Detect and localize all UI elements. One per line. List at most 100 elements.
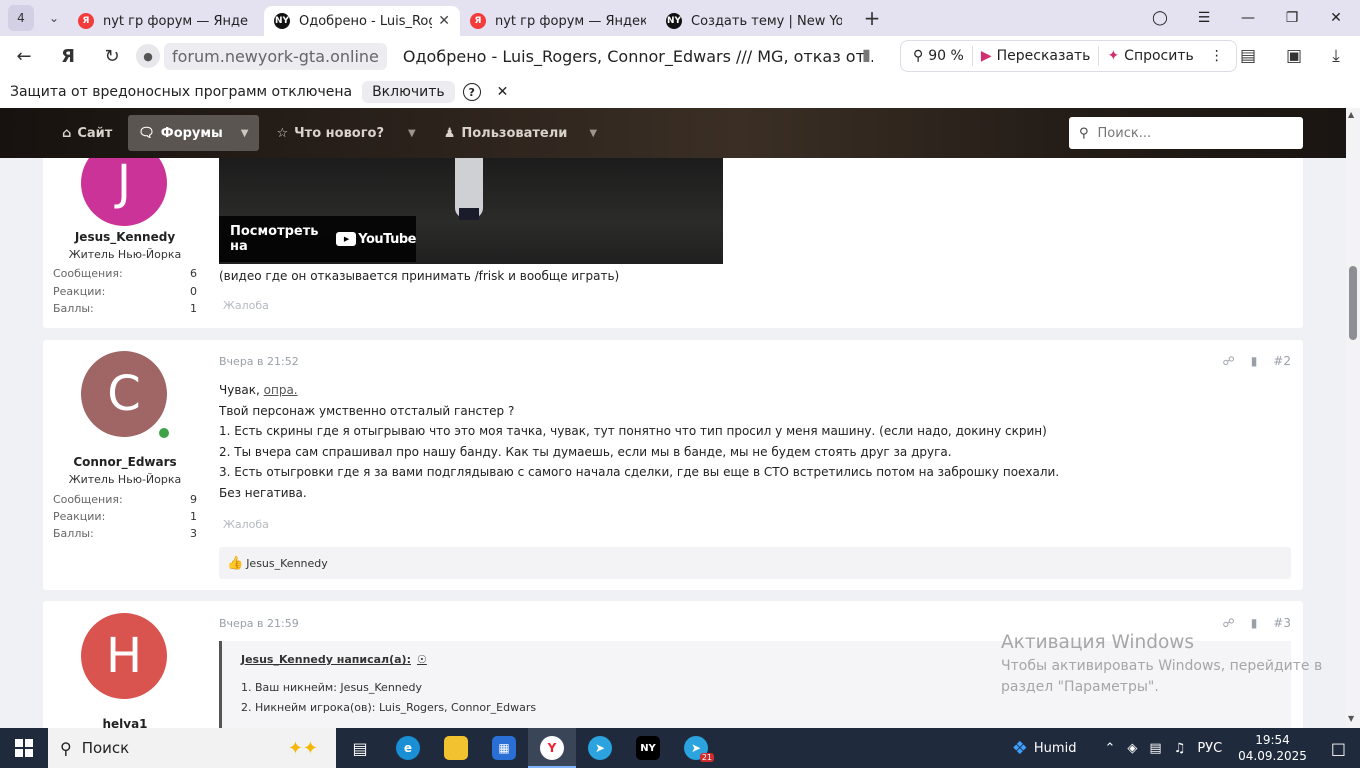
chevron-up-icon[interactable]: ⌃ <box>1098 741 1121 756</box>
chevron-down-icon[interactable]: ▼ <box>408 128 416 139</box>
system-tray: ❖ Humid ⌃ ◈ ▤ ♫ РУС 19:54 04.09.2025 □ <box>1006 728 1360 768</box>
reactions-bar[interactable]: 👍 Jesus_Kennedy <box>219 547 1291 579</box>
yandex-browser-app[interactable]: Y <box>528 728 576 768</box>
notifications-icon[interactable]: □ <box>1317 739 1360 758</box>
post-date[interactable]: Вчера в 21:59 <box>219 617 299 630</box>
nav-item-site[interactable]: ⌂ Сайт <box>52 115 122 151</box>
stat-points: Баллы: 3 <box>53 527 197 540</box>
report-link[interactable]: Жалоба <box>223 518 269 531</box>
extensions-icon[interactable]: ▣ <box>1278 40 1310 72</box>
watch-on-youtube-button[interactable]: Посмотреть на ▶ YouTube <box>219 216 416 262</box>
explorer-app[interactable] <box>432 728 480 768</box>
tab-count-button[interactable]: 4 <box>8 5 34 31</box>
minimize-button[interactable]: — <box>1226 0 1270 36</box>
enable-protection-button[interactable]: Включить <box>362 81 455 103</box>
reaction-user[interactable]: Jesus_Kennedy <box>246 557 328 570</box>
post-number[interactable]: #2 <box>1273 354 1291 368</box>
retell-button[interactable]: ▶ Пересказать <box>973 41 1099 71</box>
ny-icon: NY <box>274 13 290 29</box>
telegram-app[interactable]: ➤ <box>576 728 624 768</box>
username[interactable]: Jesus_Kennedy <box>43 230 207 244</box>
profile-icon[interactable]: ◯ <box>1138 0 1182 36</box>
ny-app[interactable]: NY <box>624 728 672 768</box>
username[interactable]: helya1 <box>43 717 207 728</box>
tab-title: nyt гр форум — Яндекс: н <box>103 13 248 29</box>
play-icon: ▶ <box>336 232 357 246</box>
clock[interactable]: 19:54 04.09.2025 <box>1228 732 1317 764</box>
retell-label: Пересказать <box>996 48 1091 64</box>
avatar[interactable]: C <box>81 351 172 441</box>
post-body: (видео где он отказывается принимать /fr… <box>219 266 1291 287</box>
bookmark-icon[interactable]: ▮ <box>1251 616 1258 630</box>
close-icon[interactable]: ✕ <box>438 13 450 29</box>
scroll-down-icon[interactable]: ▼ <box>1348 714 1354 723</box>
network-icon[interactable]: ▤ <box>1143 741 1167 756</box>
volume-icon[interactable]: ♫ <box>1168 741 1192 756</box>
tab-3[interactable]: Я nyt гр форум — Яндекс: н <box>460 6 656 36</box>
url-field[interactable]: ● forum.newyork-gta.online Одобрено - Lu… <box>136 41 888 71</box>
nav-item-forums[interactable]: 🗨 Форумы ▼ <box>128 115 259 151</box>
tab-1[interactable]: Я nyt гр форум — Яндекс: н <box>68 6 264 36</box>
forum-navigation: ⌂ Сайт 🗨 Форумы ▼ ☆ Что нового? ▼ ♟ Пользовате… <box>0 108 1346 158</box>
taskbar-search[interactable]: ⚲ Поиск ✦✦ <box>48 728 336 768</box>
post-number[interactable]: #3 <box>1273 616 1291 630</box>
menu-icon[interactable]: ☰ <box>1182 0 1226 36</box>
username[interactable]: Connor_Edwars <box>43 455 207 469</box>
close-window-button[interactable]: ✕ <box>1314 0 1358 36</box>
more-menu-button[interactable]: ⋮ <box>1202 41 1232 71</box>
expand-quote-icon[interactable]: ☉ <box>417 653 427 666</box>
report-link[interactable]: Жалоба <box>223 299 269 312</box>
youtube-embed[interactable]: Посмотреть на ▶ YouTube <box>219 158 723 264</box>
avatar[interactable]: H <box>81 613 167 699</box>
tab-2[interactable]: NY Одобрено - Luis_Rogers ✕ <box>264 6 460 36</box>
telegram-app-2[interactable]: ➤ 21 <box>672 728 720 768</box>
yandex-home-icon[interactable]: Я <box>50 38 86 74</box>
post-date[interactable]: Вчера в 21:52 <box>219 355 299 368</box>
yandex-icon: Y <box>540 736 564 760</box>
address-bar: ← Я ↻ ● forum.newyork-gta.online Одобрен… <box>0 36 1360 76</box>
bookmark-icon[interactable]: ▮ <box>862 45 871 64</box>
nav-label: Сайт <box>77 125 113 141</box>
ask-button[interactable]: ✦ Спросить <box>1099 41 1201 71</box>
share-icon[interactable]: ☍ <box>1223 354 1235 368</box>
back-button[interactable]: ← <box>6 38 42 74</box>
page-scrollbar[interactable]: ▲ ▼ <box>1346 108 1360 728</box>
nav-label: Пользователи <box>461 125 568 141</box>
task-view-button[interactable]: ▤ <box>336 728 384 768</box>
nav-item-users[interactable]: ♟ Пользователи ▼ <box>434 115 607 151</box>
share-icon[interactable]: ☍ <box>1223 616 1235 630</box>
scroll-up-icon[interactable]: ▲ <box>1348 110 1354 119</box>
restore-button[interactable]: ❐ <box>1270 0 1314 36</box>
post-actions: ☍ ▮ #2 <box>1223 354 1291 368</box>
forum-search[interactable]: ⚲ <box>1069 117 1303 149</box>
windows-taskbar: ⚲ Поиск ✦✦ ▤ e ▦ Y ➤ NY ➤ 21 ❖ Humid ⌃ ◈ ▤… <box>0 728 1360 768</box>
close-icon[interactable]: ✕ <box>497 84 509 100</box>
watch-label: Посмотреть на <box>230 224 319 254</box>
search-input[interactable] <box>1097 125 1288 141</box>
clock-time: 19:54 <box>1255 733 1290 747</box>
start-button[interactable] <box>0 728 48 768</box>
zoom-button[interactable]: ⚲ 90 % <box>905 41 972 71</box>
tab-4[interactable]: NY Создать тему | New York <box>656 6 852 36</box>
bookmark-icon[interactable]: ▮ <box>1251 354 1258 368</box>
chevron-down-icon[interactable]: ▼ <box>241 128 249 139</box>
avatar[interactable]: J <box>81 158 167 226</box>
lock-icon[interactable]: ● <box>136 44 160 68</box>
language-indicator[interactable]: РУС <box>1191 741 1228 756</box>
new-tab-button[interactable]: + <box>858 4 886 32</box>
store-app[interactable]: ▦ <box>480 728 528 768</box>
chevron-down-icon[interactable]: ⌄ <box>40 4 68 32</box>
edge-icon: e <box>396 736 420 760</box>
chevron-down-icon[interactable]: ▼ <box>589 128 597 139</box>
quote-link[interactable]: опра. <box>264 383 298 397</box>
edge-app[interactable]: e <box>384 728 432 768</box>
weather-widget[interactable]: ❖ Humid <box>1006 738 1083 759</box>
nav-item-whats-new[interactable]: ☆ Что нового? ▼ <box>267 115 426 151</box>
task-view-icon: ▤ <box>352 738 368 758</box>
reload-button[interactable]: ↻ <box>94 38 130 74</box>
download-icon[interactable]: ⤓ <box>1320 40 1352 72</box>
meet-icon[interactable]: ◈ <box>1121 741 1143 756</box>
collections-icon[interactable]: ▤ <box>1232 40 1264 72</box>
scroll-thumb[interactable] <box>1349 266 1357 340</box>
help-icon[interactable]: ? <box>462 83 481 101</box>
